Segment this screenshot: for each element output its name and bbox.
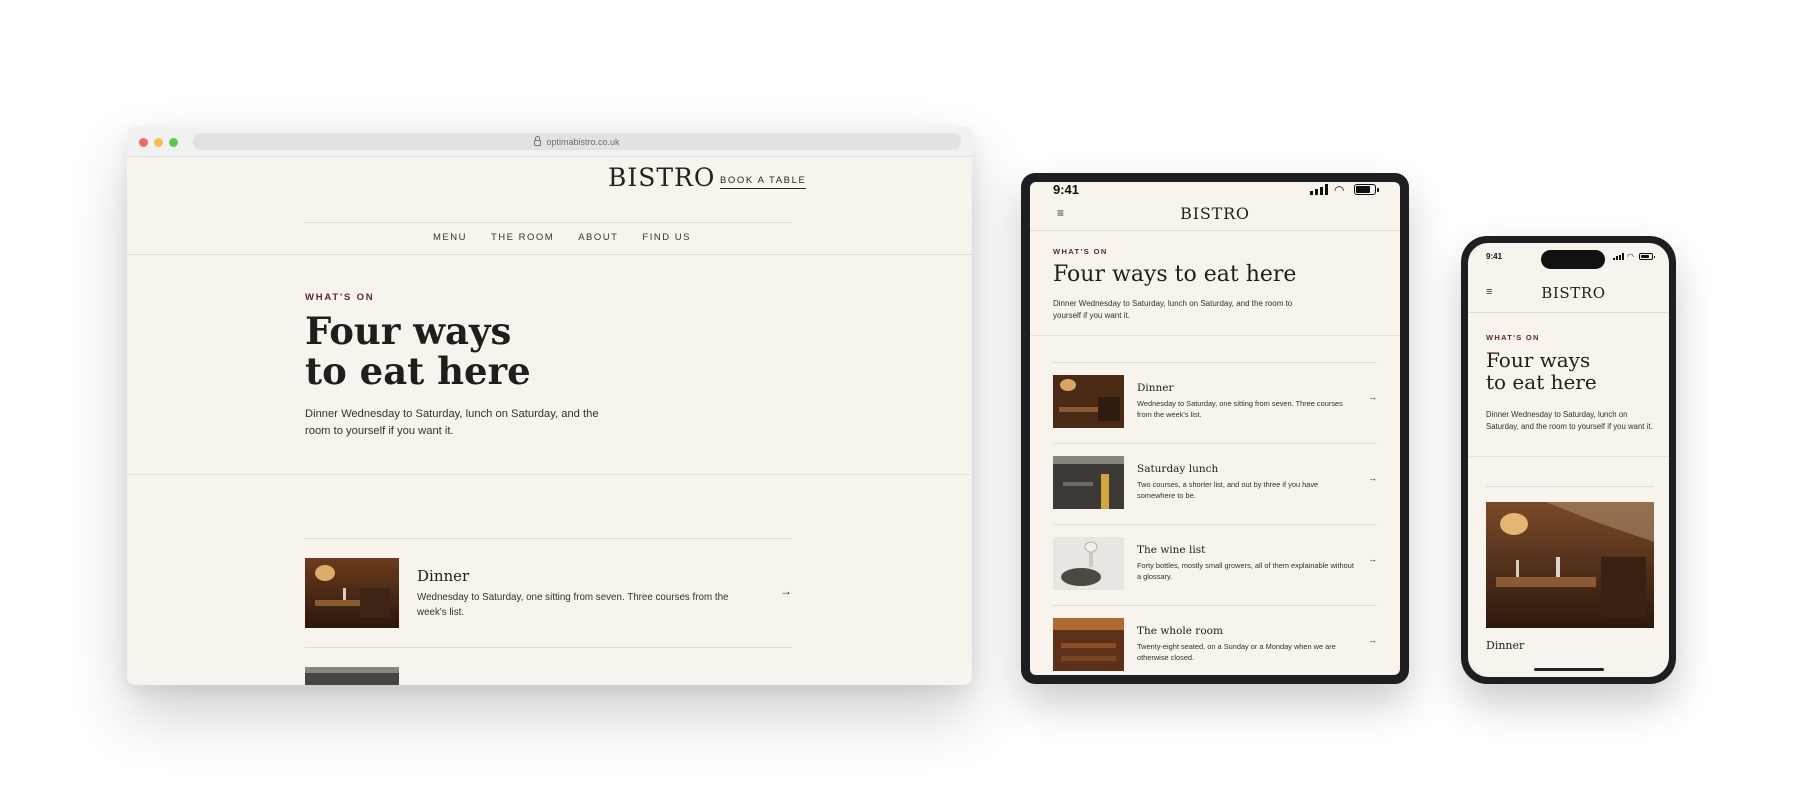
list-item-desc: Forty bottles, mostly small growers, all…	[1137, 561, 1354, 581]
hero-lede: Dinner Wednesday to Saturday, lunch on S…	[305, 408, 599, 437]
arrow-right-icon[interactable]: →	[1368, 392, 1377, 402]
saturday-lunch-thumbnail[interactable]	[1053, 456, 1124, 509]
desktop-browser-mockup: optimabistro.co.uk BISTRO BOOK A TABLE M…	[127, 127, 972, 685]
wifi-icon: ◠	[1334, 183, 1345, 197]
lock-icon	[534, 135, 542, 146]
battery-icon	[1354, 184, 1379, 195]
hero-divider	[127, 474, 972, 475]
list-divider	[1486, 486, 1654, 487]
list-divider	[305, 538, 792, 539]
browser-chrome: optimabistro.co.uk	[127, 127, 972, 157]
address-text: optimabistro.co.uk	[546, 136, 620, 147]
signal-icon	[1310, 184, 1328, 195]
arrow-right-icon[interactable]: →	[1368, 554, 1377, 564]
section-eyebrow: WHAT'S ON	[1486, 333, 1540, 342]
page-title: Four ways to eat here	[1486, 348, 1597, 394]
nav-item-menu[interactable]: MENU	[433, 232, 467, 243]
list-item-desc: Twenty-eight seated, on a Sunday or a Mo…	[1137, 642, 1336, 662]
page-title: Four ways to eat here	[305, 309, 531, 393]
header-divider	[305, 222, 792, 223]
section-eyebrow: WHAT'S ON	[305, 292, 375, 303]
site-logo[interactable]: BISTRO	[1468, 284, 1669, 302]
hero-lede: Dinner Wednesday to Saturday, lunch on S…	[1053, 299, 1293, 320]
status-time: 9:41	[1486, 252, 1503, 261]
list-divider	[305, 647, 792, 648]
nav-item-the-room[interactable]: THE ROOM	[491, 232, 554, 243]
signal-icon	[1613, 253, 1624, 260]
arrow-right-icon[interactable]: →	[1368, 473, 1377, 483]
header-divider	[1468, 312, 1669, 313]
close-window-button[interactable]	[139, 138, 148, 147]
hero-divider	[1030, 335, 1400, 336]
header-divider	[1030, 230, 1400, 231]
list-divider	[1053, 605, 1377, 606]
home-indicator[interactable]	[1534, 668, 1604, 671]
arrow-right-icon[interactable]: →	[780, 584, 792, 598]
hero-lede: Dinner Wednesday to Saturday, lunch on S…	[1486, 410, 1653, 431]
status-time: 9:41	[1053, 182, 1080, 197]
list-divider	[1053, 443, 1377, 444]
saturday-lunch-thumbnail[interactable]	[305, 667, 399, 685]
nav-item-about[interactable]: ABOUT	[578, 232, 618, 243]
battery-icon	[1639, 253, 1655, 260]
hero-divider	[1468, 456, 1669, 457]
list-item-desc: Two courses, a shorter list, and out by …	[1137, 480, 1319, 500]
arrow-right-icon[interactable]: →	[1368, 635, 1377, 645]
wifi-icon: ◠	[1627, 252, 1634, 261]
dinner-thumbnail[interactable]	[1053, 375, 1124, 428]
dinner-photo[interactable]	[1486, 502, 1654, 628]
list-item-title[interactable]: Saturday lunch	[1137, 463, 1218, 475]
phone-screen: 9:41 ◠ ≡ BISTRO WHAT'S ON Four ways to e…	[1468, 243, 1669, 677]
list-item-desc: Wednesday to Saturday, one sitting from …	[1137, 399, 1343, 419]
list-item-title[interactable]: The wine list	[1137, 544, 1205, 556]
maximize-window-button[interactable]	[169, 138, 178, 147]
list-item-title[interactable]: Dinner	[1486, 639, 1524, 652]
list-item-desc: Wednesday to Saturday, one sitting from …	[417, 592, 729, 618]
tablet-mockup: 9:41 ◠ ≡ BISTRO WHAT'S ON Four ways to e…	[1021, 173, 1409, 684]
wine-list-thumbnail[interactable]	[1053, 537, 1124, 590]
status-icons: ◠	[1310, 183, 1379, 197]
list-divider	[1053, 362, 1377, 363]
page-title: Four ways to eat here	[1053, 262, 1297, 287]
list-item-title[interactable]: Dinner	[1137, 382, 1174, 394]
dynamic-island	[1541, 250, 1605, 269]
book-a-table-link[interactable]: BOOK A TABLE	[720, 175, 807, 189]
nav-item-find-us[interactable]: FIND US	[642, 232, 691, 243]
tablet-screen: 9:41 ◠ ≡ BISTRO WHAT'S ON Four ways to e…	[1030, 182, 1400, 675]
address-bar[interactable]: optimabistro.co.uk	[193, 133, 961, 150]
list-item-title[interactable]: Dinner	[417, 567, 469, 585]
nav-divider	[127, 254, 972, 255]
status-icons: ◠	[1613, 252, 1655, 261]
list-item-title[interactable]: The whole room	[1137, 625, 1223, 637]
site-logo[interactable]: BISTRO	[1030, 204, 1400, 223]
whole-room-thumbnail[interactable]	[1053, 618, 1124, 671]
dinner-thumbnail[interactable]	[305, 558, 399, 628]
section-eyebrow: WHAT'S ON	[1053, 247, 1108, 256]
phone-mockup: 9:41 ◠ ≡ BISTRO WHAT'S ON Four ways to e…	[1461, 236, 1676, 684]
minimize-window-button[interactable]	[154, 138, 163, 147]
list-divider	[1053, 524, 1377, 525]
